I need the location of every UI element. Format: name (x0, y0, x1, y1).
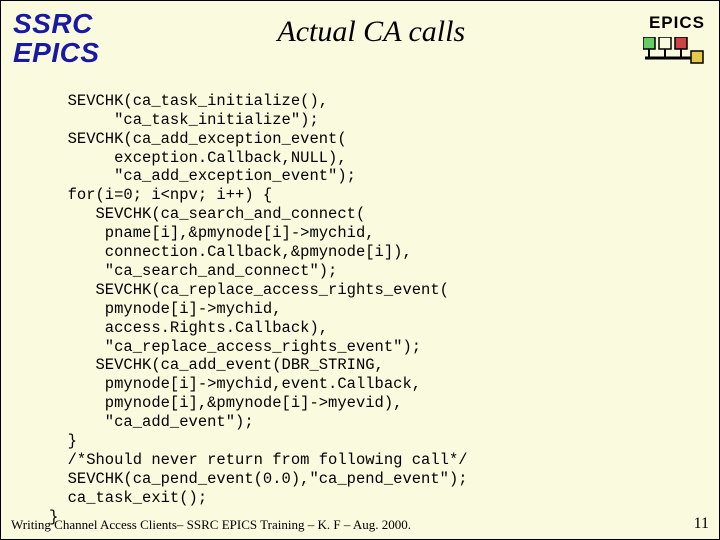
right-logo: EPICS (643, 9, 705, 65)
slide-title: Actual CA calls (100, 9, 643, 49)
epics-icon (643, 37, 705, 65)
footer-text: Writing Channel Access Clients– SSRC EPI… (11, 517, 411, 533)
code-block: SEVCHK(ca_task_initialize(), "ca_task_in… (1, 68, 719, 527)
slide-header: SSRC EPICS Actual CA calls EPICS (1, 1, 719, 68)
logo-line-1: SSRC (13, 9, 100, 38)
page-number: 11 (694, 515, 709, 533)
left-logo: SSRC EPICS (13, 9, 100, 68)
slide-footer: Writing Channel Access Clients– SSRC EPI… (11, 515, 709, 533)
epics-label: EPICS (649, 13, 705, 33)
logo-line-2: EPICS (13, 38, 100, 67)
